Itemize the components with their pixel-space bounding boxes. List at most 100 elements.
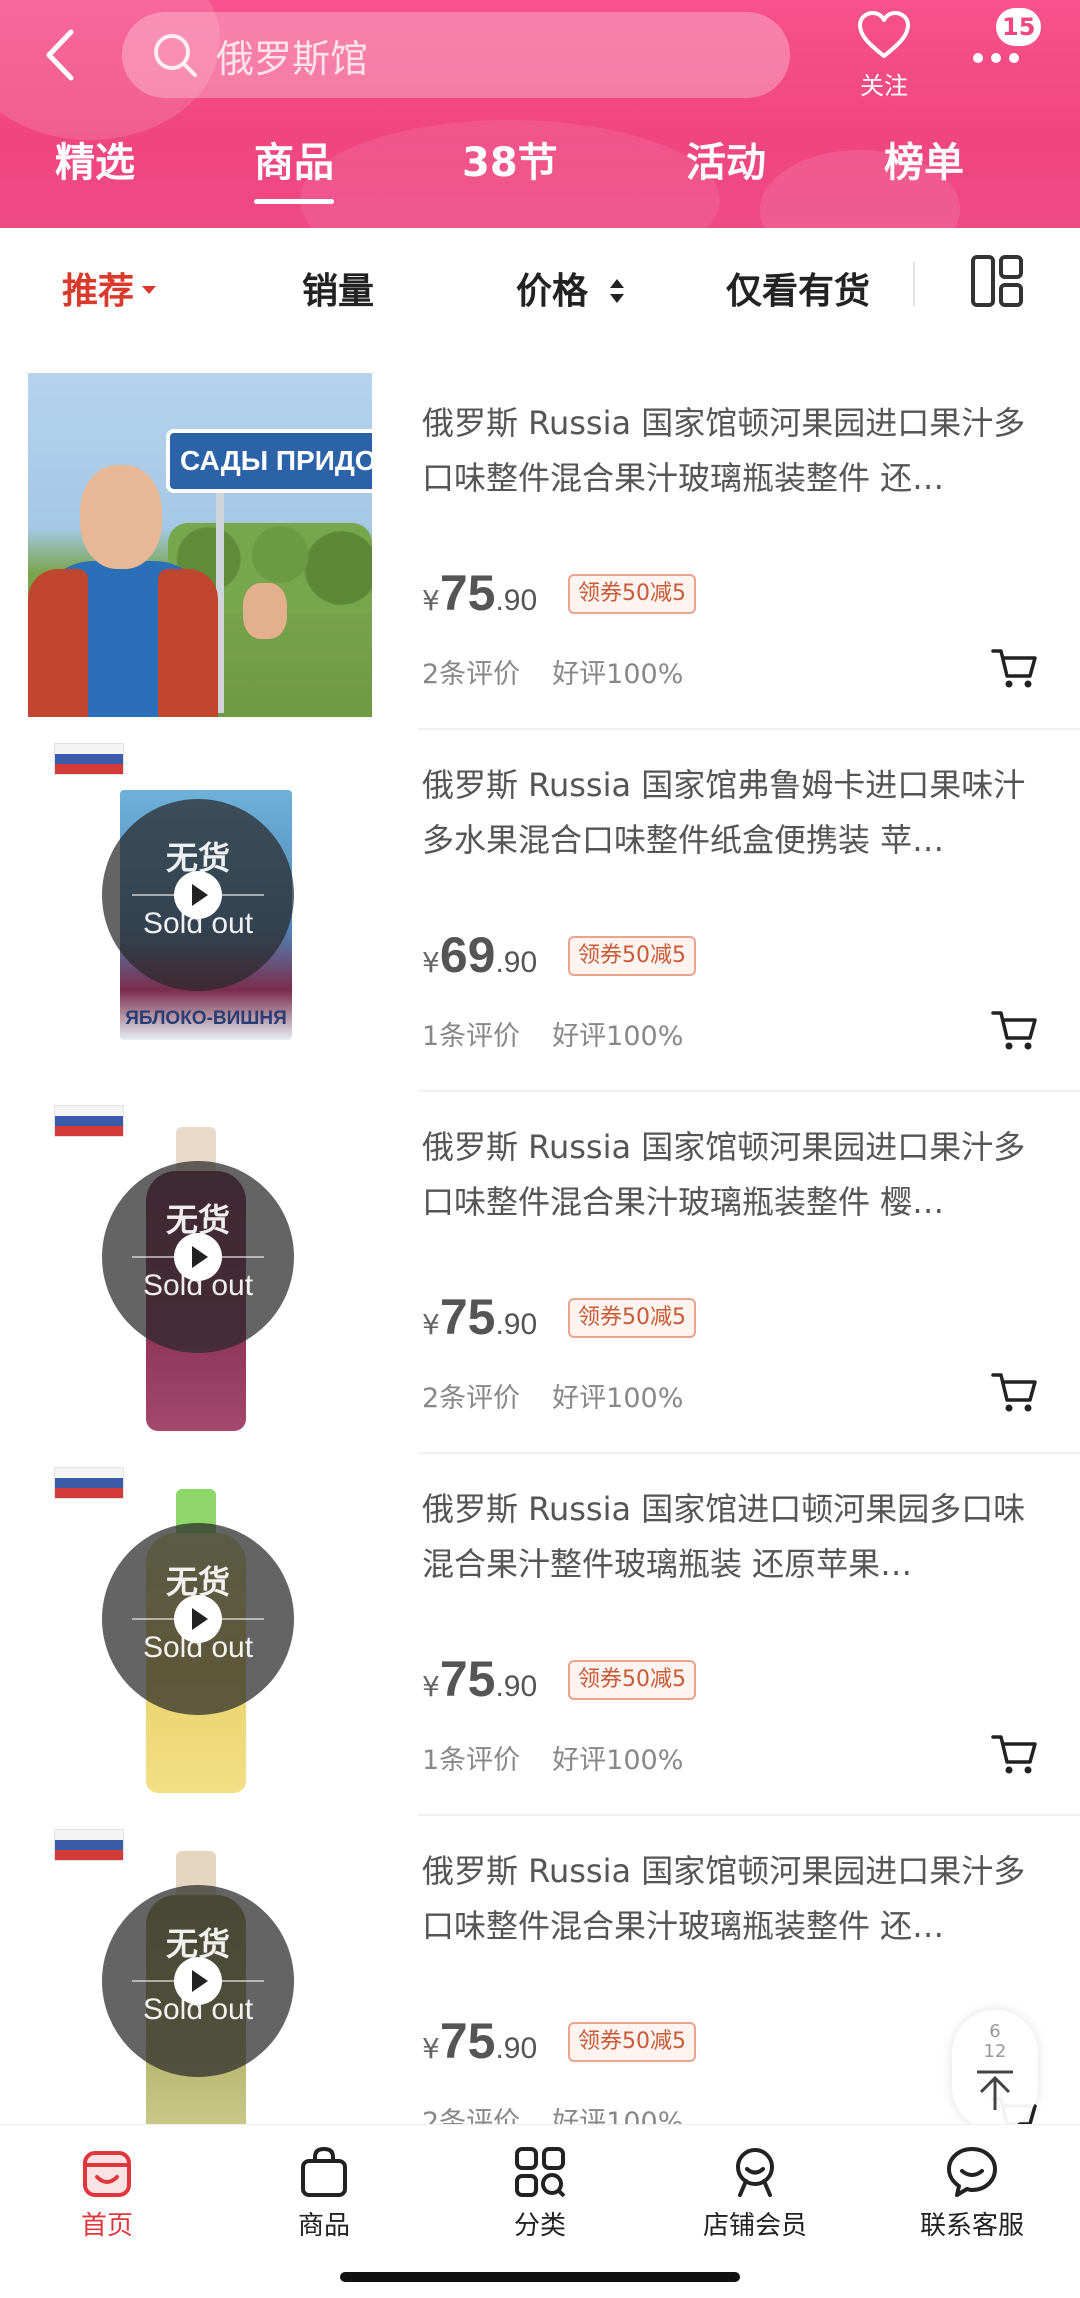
- good-rate: 好评100%: [552, 1745, 684, 1776]
- filter-in-stock-label: 仅看有货: [726, 271, 871, 312]
- product-card[interactable]: САДЫ ПРИДО 俄罗斯 Russia 国家馆顿河果园进口果汁多口味整件混合…: [0, 368, 1080, 730]
- heart-icon: [858, 11, 910, 58]
- road-sign: САДЫ ПРИДО: [166, 429, 372, 493]
- product-image[interactable]: ЯБЛОКО-ВИШНЯ 无货 Sold out: [28, 735, 372, 1079]
- sold-out-overlay: 无货 Sold out: [102, 1161, 294, 1353]
- add-to-cart-button[interactable]: [990, 1008, 1040, 1052]
- play-video-icon[interactable]: [174, 1595, 222, 1643]
- product-title[interactable]: 俄罗斯 Russia 国家馆进口顿河果园多口味混合果汁整件玻璃瓶装 还原苹果…: [422, 1482, 1052, 1592]
- chevron-left-icon: [46, 29, 74, 81]
- product-photo: САДЫ ПРИДО: [28, 373, 372, 717]
- follow-button[interactable]: 关注: [850, 10, 918, 101]
- product-card[interactable]: ЯБЛОКО-ВИШНЯ 无货 Sold out 俄罗斯 Russia 国家馆弗…: [0, 730, 1080, 1092]
- good-rate: 好评100%: [552, 659, 684, 690]
- product-title[interactable]: 俄罗斯 Russia 国家馆顿河果园进口果汁多口味整件混合果汁玻璃瓶装整件 还…: [422, 1844, 1052, 1954]
- review-summary: 1条评价 好评100%: [422, 1738, 683, 1777]
- product-title[interactable]: 俄罗斯 Russia 国家馆顿河果园进口果汁多口味整件混合果汁玻璃瓶装整件 樱…: [422, 1120, 1052, 1230]
- search-placeholder: 俄罗斯馆: [216, 36, 369, 81]
- filter-recommend[interactable]: 推荐: [62, 262, 157, 322]
- layout-grid-icon: [971, 255, 1023, 307]
- review-summary: 2条评价 好评100%: [422, 652, 683, 691]
- page-total: 12: [983, 2041, 1007, 2062]
- shop-home-icon: [83, 2151, 131, 2197]
- filter-sales-label: 销量: [302, 271, 375, 312]
- tab-products[interactable]: 商品: [254, 128, 334, 208]
- cart-icon: [991, 1373, 1037, 1412]
- filter-in-stock[interactable]: 仅看有货: [726, 262, 870, 322]
- chat-service-icon: [947, 2147, 997, 2197]
- good-rate: 好评100%: [552, 1383, 684, 1414]
- follow-label: 关注: [860, 72, 908, 100]
- tab-featured[interactable]: 精选: [55, 128, 135, 208]
- russia-flag-icon: [54, 1829, 124, 1861]
- sort-arrows-icon: [609, 279, 624, 303]
- review-count: 2条评价: [422, 659, 521, 690]
- product-price: ¥75.90: [422, 1289, 538, 1345]
- review-summary: 1条评价 好评100%: [422, 1014, 683, 1053]
- filter-bar: 推荐 销量 价格 仅看有货: [0, 228, 1080, 364]
- sold-out-overlay: 无货 Sold out: [102, 1523, 294, 1715]
- caret-down-icon: [142, 286, 157, 294]
- coupon-badge[interactable]: 领券50减5: [568, 1660, 696, 1700]
- nav-categories-label: 分类: [513, 2211, 566, 2241]
- product-price: ¥75.90: [422, 2013, 538, 2069]
- filter-sales[interactable]: 销量: [302, 262, 374, 322]
- package-label: ЯБЛОКО-ВИШНЯ: [125, 1008, 287, 1029]
- coupon-badge[interactable]: 领券50减5: [568, 574, 696, 614]
- filter-price[interactable]: 价格: [516, 262, 625, 322]
- shopping-bag-icon: [301, 2146, 347, 2197]
- search-bar[interactable]: 俄罗斯馆: [122, 12, 790, 98]
- home-indicator: [340, 2272, 740, 2282]
- tab-activities[interactable]: 活动: [686, 128, 766, 208]
- nav-customer-service-label: 联系客服: [919, 2211, 1024, 2241]
- layout-toggle-button[interactable]: [970, 254, 1024, 308]
- search-icon: [154, 34, 197, 77]
- product-card[interactable]: 无货 Sold out 俄罗斯 Russia 国家馆顿河果园进口果汁多口味整件混…: [0, 1092, 1080, 1454]
- product-price: ¥75.90: [422, 1651, 538, 1707]
- product-image[interactable]: САДЫ ПРИДО: [28, 373, 372, 717]
- nav-customer-service[interactable]: 联系客服: [897, 2145, 1047, 2242]
- product-image[interactable]: 无货 Sold out: [28, 1459, 372, 1803]
- product-card[interactable]: 无货 Sold out 俄罗斯 Russia 国家馆进口顿河果园多口味混合果汁整…: [0, 1454, 1080, 1816]
- nav-membership[interactable]: 店铺会员: [680, 2145, 830, 2242]
- product-image[interactable]: 无货 Sold out: [28, 1097, 372, 1441]
- play-video-icon[interactable]: [174, 1957, 222, 2005]
- category-grid-icon: [515, 2147, 566, 2198]
- add-to-cart-button[interactable]: [990, 646, 1040, 690]
- russia-flag-icon: [54, 1467, 124, 1499]
- product-price: ¥69.90: [422, 927, 538, 983]
- product-title[interactable]: 俄罗斯 Russia 国家馆顿河果园进口果汁多口味整件混合果汁玻璃瓶装整件 还…: [422, 396, 1052, 506]
- play-video-icon[interactable]: [174, 871, 222, 919]
- coupon-badge[interactable]: 领券50减5: [568, 936, 696, 976]
- nav-products-label: 商品: [297, 2211, 350, 2241]
- add-to-cart-button[interactable]: [990, 1732, 1040, 1776]
- page-current: 6: [989, 2021, 1001, 2042]
- filter-price-label: 价格: [516, 271, 589, 312]
- nav-products[interactable]: 商品: [249, 2145, 399, 2242]
- header: 俄罗斯馆 关注 15 精选 商品 38节 活动 榜单: [0, 0, 1080, 228]
- filter-divider: [913, 262, 915, 306]
- coupon-badge[interactable]: 领券50减5: [568, 1298, 696, 1338]
- nav-categories[interactable]: 分类: [465, 2145, 615, 2242]
- review-count: 1条评价: [422, 1021, 521, 1052]
- tab-rankings[interactable]: 榜单: [884, 128, 964, 208]
- back-button[interactable]: [30, 20, 90, 90]
- add-to-cart-button[interactable]: [990, 1370, 1040, 1414]
- tab-38-festival[interactable]: 38节: [462, 128, 558, 208]
- coupon-badge[interactable]: 领券50减5: [568, 2022, 696, 2062]
- review-count: 1条评价: [422, 1745, 521, 1776]
- nav-home[interactable]: 首页: [32, 2145, 182, 2242]
- cart-icon: [991, 649, 1037, 688]
- product-title[interactable]: 俄罗斯 Russia 国家馆弗鲁姆卡进口果味汁多水果混合口味整件纸盒便携装 苹…: [422, 758, 1052, 868]
- product-price: ¥75.90: [422, 565, 538, 621]
- arrow-up-icon: [977, 2070, 1013, 2110]
- product-image[interactable]: 无货 Sold out: [28, 1821, 372, 2165]
- play-video-icon[interactable]: [174, 1233, 222, 1281]
- nav-home-label: 首页: [80, 2211, 133, 2241]
- review-count: 2条评价: [422, 1383, 521, 1414]
- sold-out-overlay: 无货 Sold out: [102, 1885, 294, 2077]
- review-summary: 2条评价 好评100%: [422, 1376, 683, 1415]
- back-to-top-button[interactable]: 6 12: [952, 2010, 1038, 2130]
- russia-flag-icon: [54, 1105, 124, 1137]
- cart-icon: [991, 1011, 1037, 1050]
